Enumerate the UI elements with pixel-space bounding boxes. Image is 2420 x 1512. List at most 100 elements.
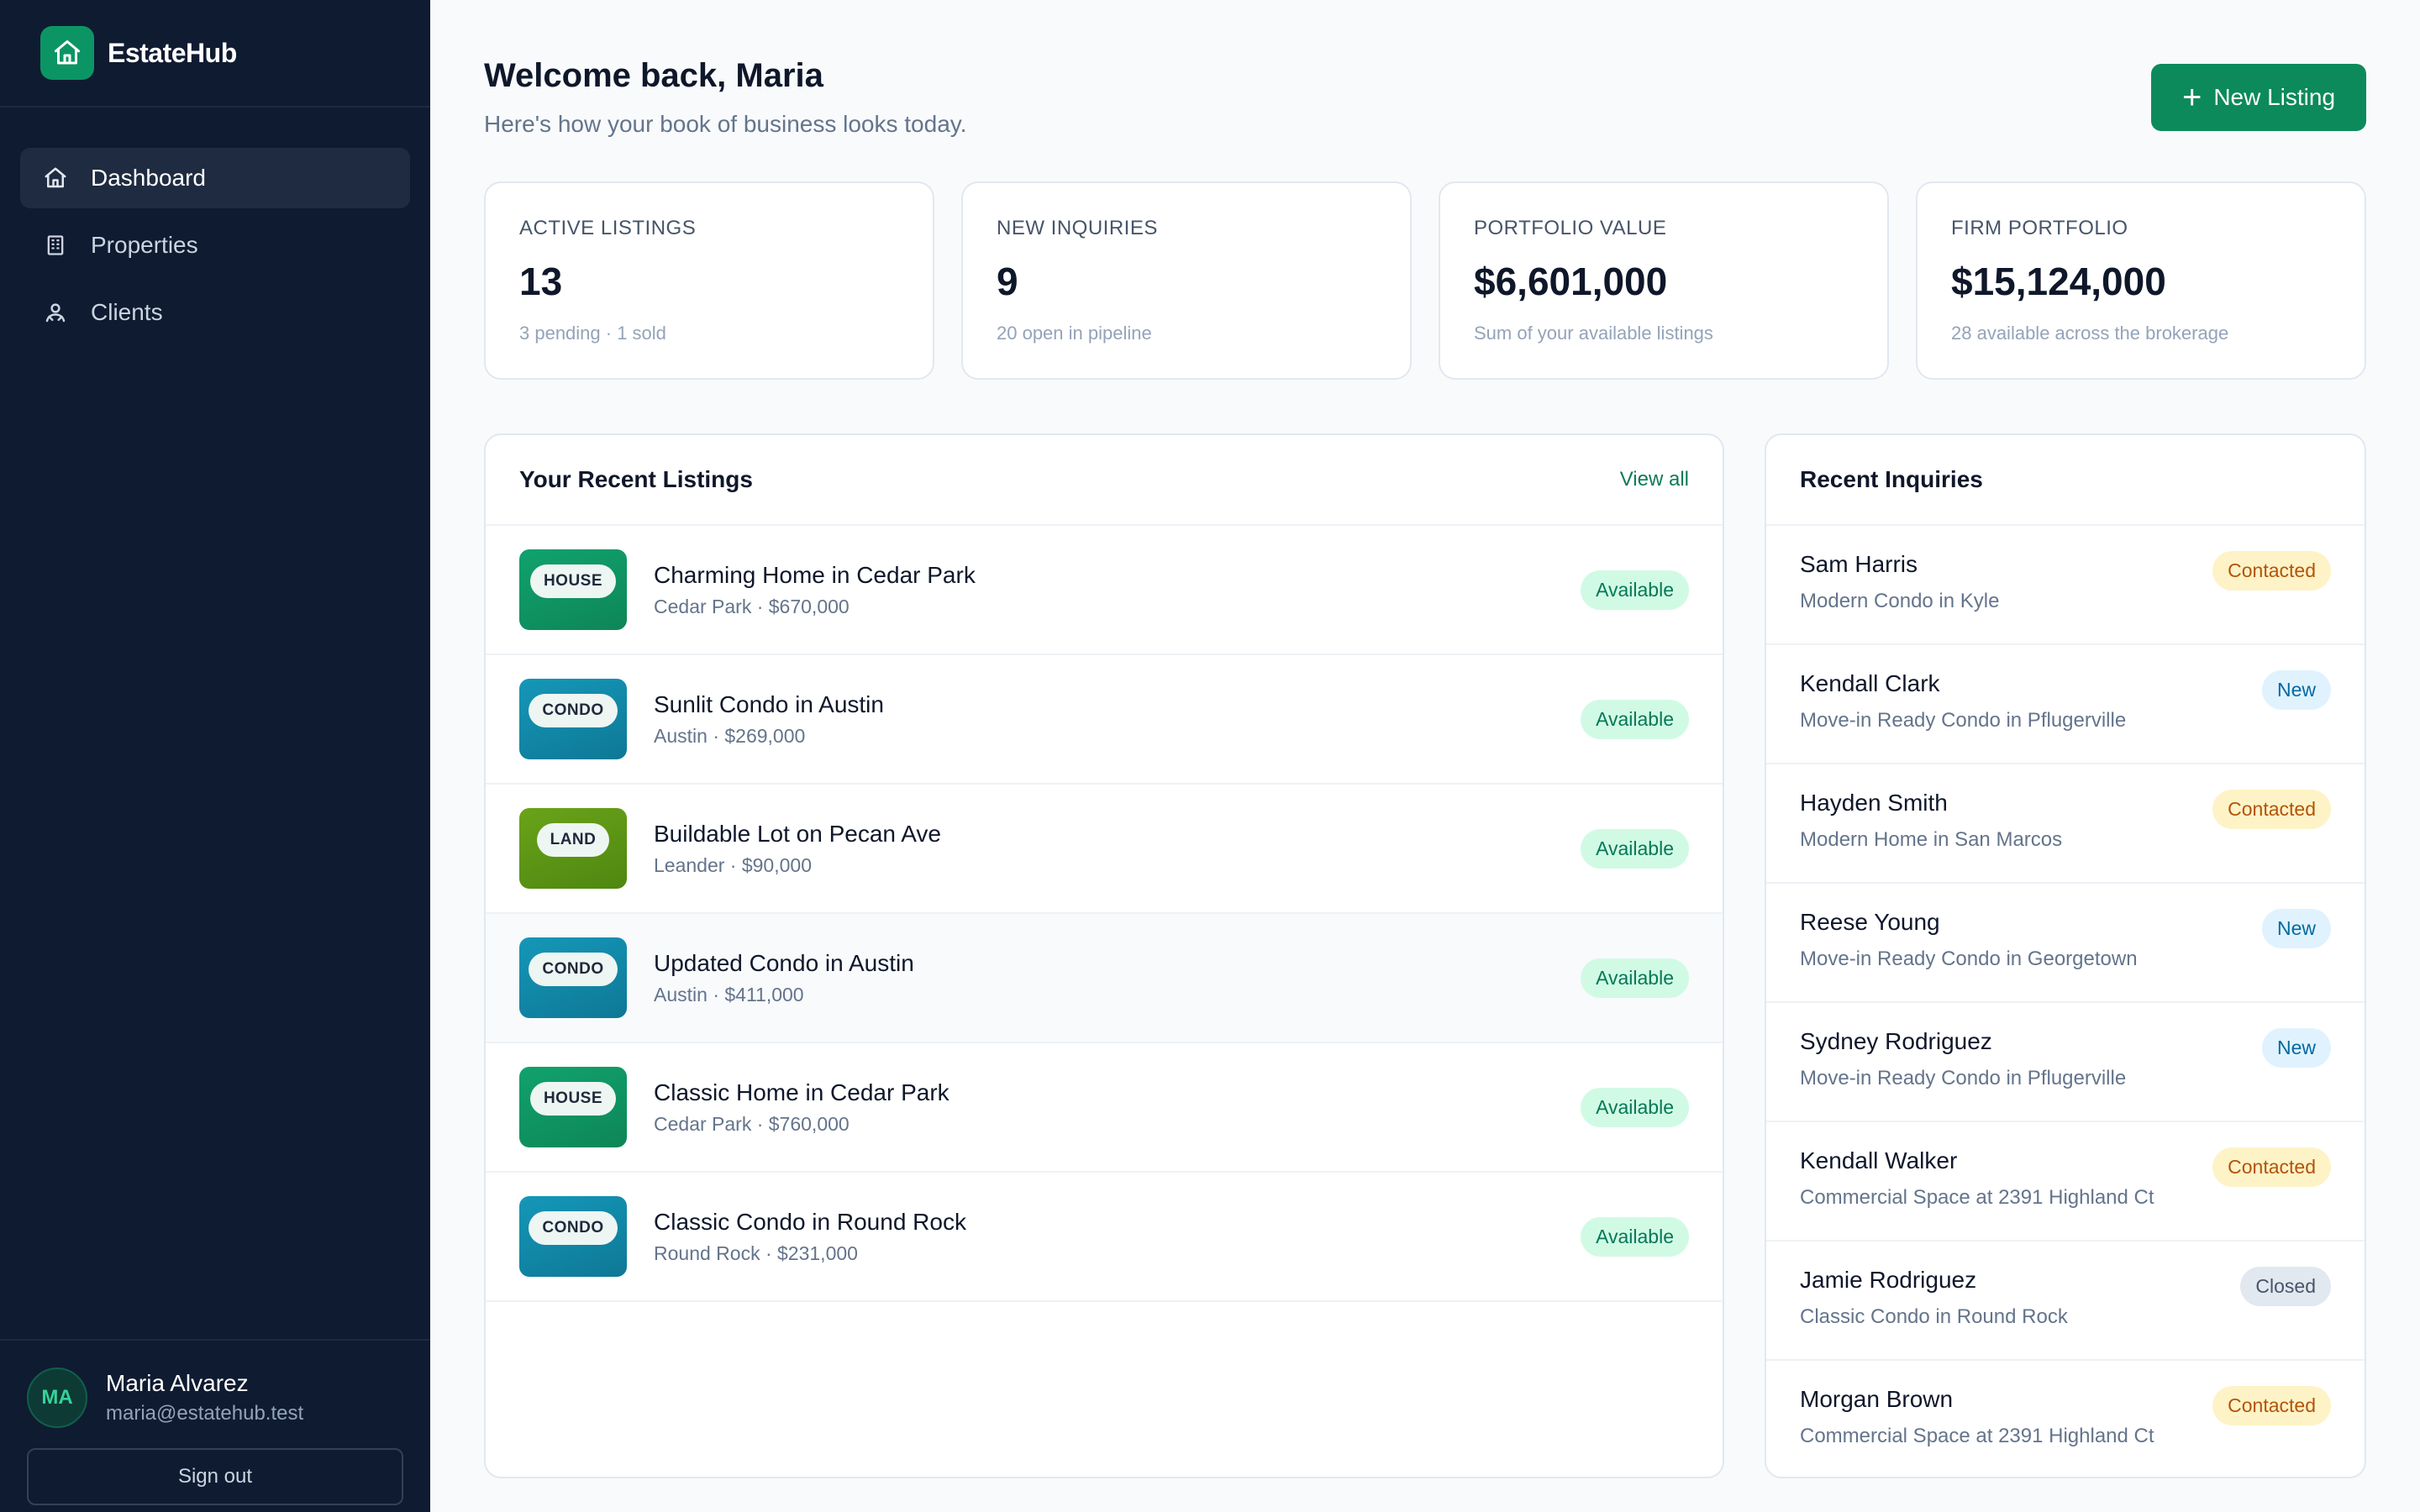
status-badge: Contacted [2212,551,2331,591]
inquiry-name: Sydney Rodriguez [1800,1028,1992,1054]
view-all-link[interactable]: View all [1620,468,1689,491]
status-badge: New [2261,670,2331,710]
listing-thumbnail: HOUSE [519,549,627,630]
inquiry-property: Modern Home in San Marcos [1800,828,2063,851]
stat-note: 3 pending · 1 sold [519,323,666,344]
sign-out-button[interactable]: Sign out [27,1448,403,1505]
stat-label: NEW INQUIRIES [997,217,1158,239]
plus-icon: + [2181,79,2202,116]
listing-meta: Cedar Park · $670,000 [654,595,850,617]
listing-row[interactable]: LAND Buildable Lot on Pecan Ave Leander … [486,785,1723,914]
inquiry-property: Move-in Ready Condo in Georgetown [1800,948,2138,970]
listing-row[interactable]: CONDO Updated Condo in Austin Austin · $… [486,914,1723,1043]
home-icon [42,165,69,192]
inquiry-property: Move-in Ready Condo in Pflugerville [1800,709,2127,732]
stat-card-portfolio-value: PORTFOLIO VALUE $6,601,000 Sum of your a… [1439,181,1889,380]
listing-thumbnail: CONDO [519,1196,627,1277]
new-listing-label: New Listing [2213,84,2336,110]
stat-note: Sum of your available listings [1474,323,1713,344]
sidebar-item-dashboard[interactable]: Dashboard [20,148,410,208]
stat-note: 20 open in pipeline [997,323,1152,344]
listing-thumbnail: CONDO [519,937,627,1018]
recent-listings-panel: Your Recent Listings View all HOUSE Char… [484,433,1724,1478]
status-badge: Available [1581,958,1689,998]
listing-type-tag: CONDO [529,1211,618,1245]
status-badge: Available [1581,570,1689,610]
stat-label: FIRM PORTFOLIO [1951,217,2128,239]
page-subtitle: Here's how your book of business looks t… [484,111,967,137]
status-badge: Available [1581,828,1689,869]
panel-title: Your Recent Listings [519,466,753,492]
inquiry-property: Move-in Ready Condo in Pflugerville [1800,1067,2127,1089]
page-title: Welcome back, Maria [484,57,823,94]
sidebar-item-label: Clients [91,299,163,325]
stat-value: 13 [519,260,563,303]
listing-row[interactable]: HOUSE Charming Home in Cedar Park Cedar … [486,526,1723,655]
stat-value: $15,124,000 [1951,260,2166,303]
listing-title: Sunlit Condo in Austin [654,690,884,717]
listing-type-tag: LAND [536,823,610,857]
listing-title: Classic Condo in Round Rock [654,1208,966,1235]
inquiry-property: Modern Condo in Kyle [1800,590,2000,612]
panel-title: Recent Inquiries [1800,466,1983,492]
status-badge: Available [1581,1216,1689,1257]
inquiry-row[interactable]: Jamie Rodriguez Classic Condo in Round R… [1766,1242,2365,1361]
status-badge: Contacted [2212,1386,2331,1425]
listing-row[interactable]: CONDO Classic Condo in Round Rock Round … [486,1173,1723,1302]
stat-card-firm-portfolio: FIRM PORTFOLIO $15,124,000 28 available … [1916,181,2366,380]
sidebar-nav: Dashboard Properties Clients [0,108,430,343]
sidebar-item-label: Dashboard [91,165,206,191]
listing-type-tag: CONDO [529,953,618,986]
brand[interactable]: EstateHub [0,0,430,108]
user-email: maria@estatehub.test [106,1402,304,1425]
inquiry-row[interactable]: Reese Young Move-in Ready Condo in Georg… [1766,884,2365,1003]
listing-thumbnail: LAND [519,808,627,889]
brand-name: EstateHub [108,37,237,68]
listing-meta: Austin · $411,000 [654,983,804,1005]
listing-type-tag: CONDO [529,694,618,727]
listing-title: Updated Condo in Austin [654,949,914,976]
sidebar-item-properties[interactable]: Properties [20,215,410,276]
user-name: Maria Alvarez [106,1370,249,1396]
listing-row[interactable]: HOUSE Classic Home in Cedar Park Cedar P… [486,1043,1723,1173]
listing-meta: Leander · $90,000 [654,853,812,876]
building-icon [42,232,69,259]
new-listing-button[interactable]: + New Listing [2151,64,2366,131]
inquiry-name: Kendall Clark [1800,670,1940,696]
inquiry-row[interactable]: Morgan Brown Commercial Space at 2391 Hi… [1766,1361,2365,1477]
inquiry-row[interactable]: Hayden Smith Modern Home in San Marcos C… [1766,764,2365,884]
inquiry-row[interactable]: Kendall Walker Commercial Space at 2391 … [1766,1122,2365,1242]
status-badge: Contacted [2212,790,2331,829]
stat-value: 9 [997,260,1018,303]
inquiry-row[interactable]: Sam Harris Modern Condo in Kyle Contacte… [1766,526,2365,645]
status-badge: Available [1581,1087,1689,1127]
listing-type-tag: HOUSE [529,564,617,598]
sidebar-item-label: Properties [91,232,198,258]
stat-note: 28 available across the brokerage [1951,323,2229,344]
users-icon [42,299,69,326]
status-badge: New [2261,909,2331,948]
stat-label: PORTFOLIO VALUE [1474,217,1667,239]
recent-inquiries-panel: Recent Inquiries Sam Harris Modern Condo… [1765,433,2366,1478]
status-badge: Contacted [2212,1147,2331,1187]
status-badge: New [2261,1028,2331,1068]
inquiry-row[interactable]: Kendall Clark Move-in Ready Condo in Pfl… [1766,645,2365,764]
inquiry-property: Commercial Space at 2391 Highland Ct [1800,1186,2154,1209]
stat-value: $6,601,000 [1474,260,1668,303]
listing-thumbnail: HOUSE [519,1067,627,1147]
avatar: MA [27,1368,87,1428]
status-badge: Closed [2240,1267,2331,1306]
inquiry-name: Reese Young [1800,909,1940,935]
sidebar: EstateHub Dashboard Properties Clients M… [0,0,430,1512]
status-badge: Available [1581,699,1689,739]
listing-row[interactable]: CONDO Sunlit Condo in Austin Austin · $2… [486,655,1723,785]
listing-meta: Cedar Park · $760,000 [654,1112,850,1135]
sidebar-item-clients[interactable]: Clients [20,282,410,343]
stat-card-new-inquiries: NEW INQUIRIES 9 20 open in pipeline [961,181,1412,380]
main-content: Welcome back, Maria Here's how your book… [430,0,2420,1512]
listing-meta: Round Rock · $231,000 [654,1242,858,1264]
house-icon [40,26,94,80]
inquiry-row[interactable]: Sydney Rodriguez Move-in Ready Condo in … [1766,1003,2365,1122]
inquiry-property: Classic Condo in Round Rock [1800,1305,2068,1328]
inquiry-property: Commercial Space at 2391 Highland Ct [1800,1425,2154,1447]
